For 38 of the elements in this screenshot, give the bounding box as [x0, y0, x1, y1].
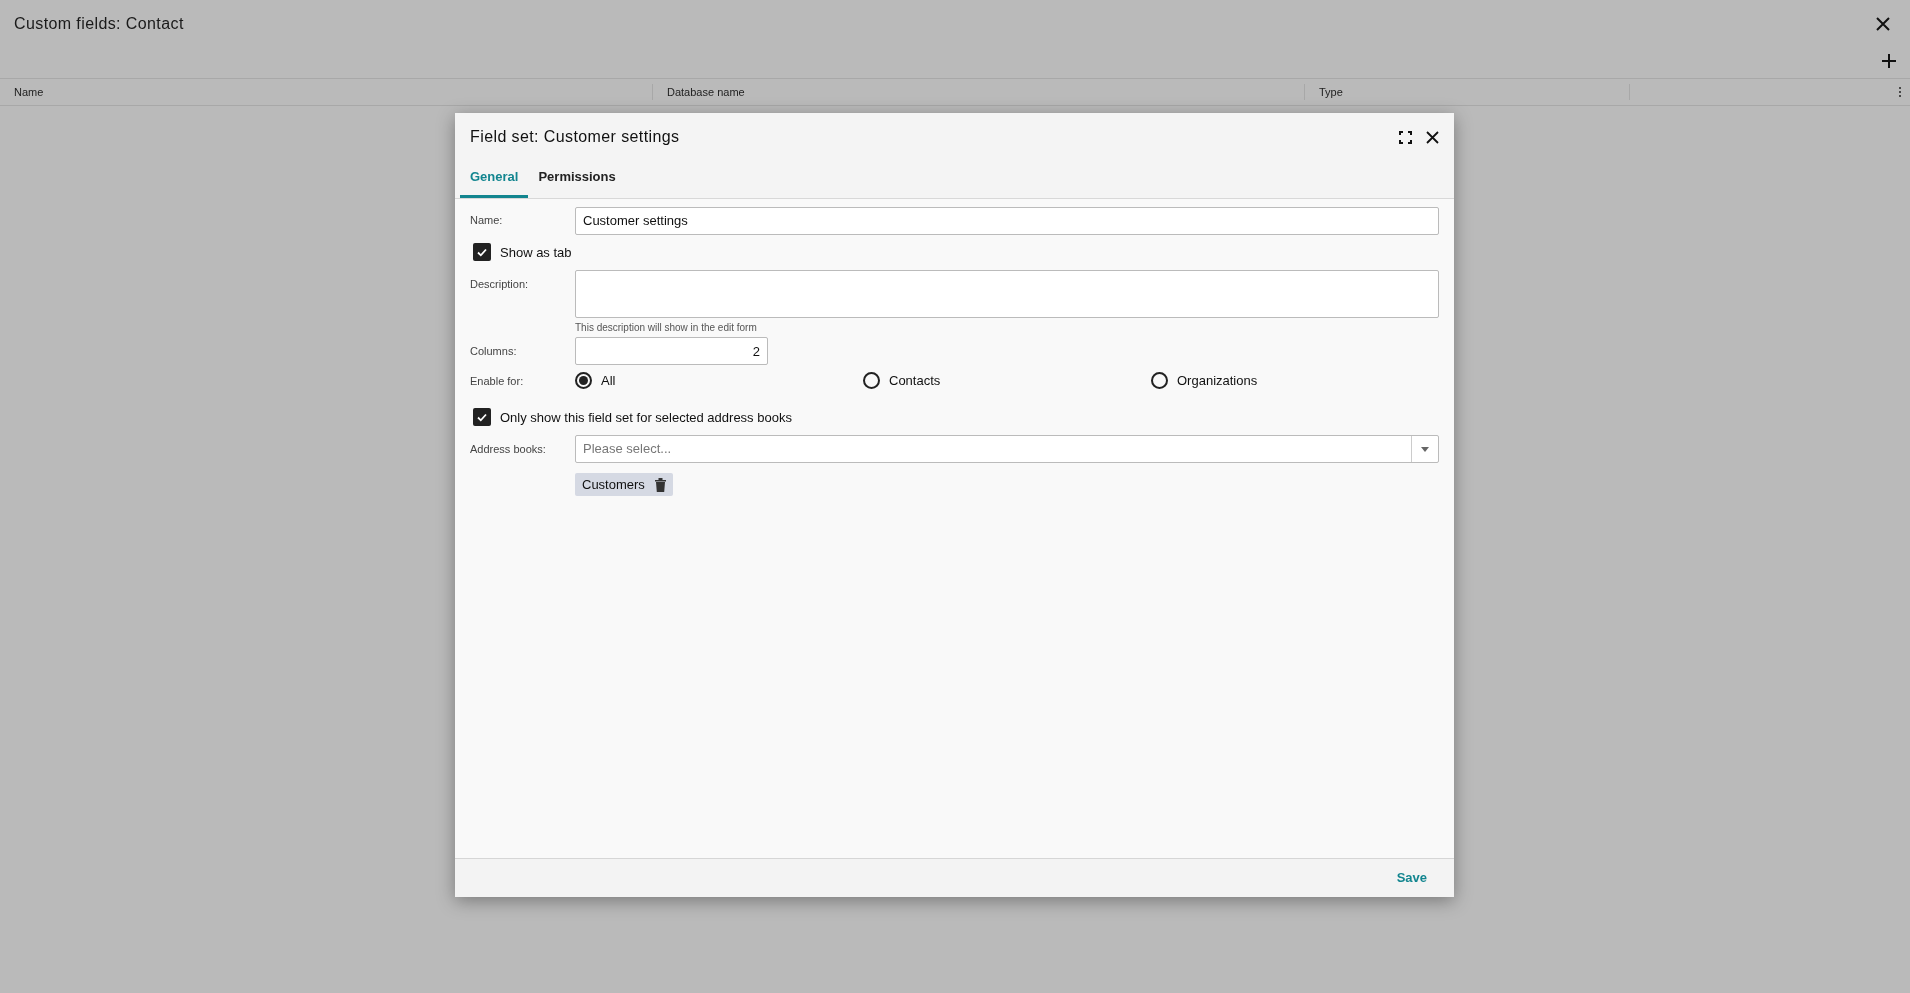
checkbox[interactable] — [473, 408, 491, 427]
save-button[interactable]: Save — [1396, 868, 1427, 888]
check-icon — [476, 411, 488, 424]
checkbox[interactable] — [473, 243, 491, 262]
field-hint: This description will show in the edit form — [575, 321, 758, 335]
add-icon[interactable] — [1882, 54, 1896, 68]
fullscreen-icon[interactable] — [1399, 130, 1412, 144]
checkbox-label: Only show this field set for selected address books — [500, 408, 792, 427]
radio-label: Contacts — [889, 372, 941, 390]
checkbox-label: Show as tab — [500, 243, 572, 262]
radio-button[interactable] — [575, 372, 592, 390]
field-label: Columns: — [470, 343, 518, 359]
tag-label: Customers — [582, 475, 645, 494]
check-icon — [476, 246, 488, 259]
close-icon[interactable] — [1426, 130, 1439, 144]
more-icon[interactable] — [1898, 86, 1902, 98]
description-field[interactable] — [575, 270, 1439, 318]
field-label: Address books: — [470, 441, 547, 457]
field-label: Enable for: — [470, 373, 525, 389]
dialog-title: Field set: Customer settings — [470, 127, 680, 147]
input-field[interactable]: Customer settings — [575, 206, 1439, 235]
field-label: Name: — [470, 213, 504, 229]
trash-icon[interactable] — [654, 477, 666, 492]
radio-label: All — [601, 372, 616, 390]
field-label: Description: — [470, 277, 530, 292]
column-header[interactable]: Type — [1305, 83, 1630, 101]
radio-button[interactable] — [863, 372, 880, 390]
tab[interactable]: Permissions — [528, 167, 626, 198]
number-field[interactable]: 2 — [575, 337, 768, 365]
select-field[interactable]: Please select... — [575, 435, 1439, 463]
tab[interactable]: General — [460, 167, 529, 198]
close-icon[interactable] — [1876, 17, 1890, 31]
radio-label: Organizations — [1177, 372, 1258, 390]
radio-button[interactable] — [1151, 372, 1168, 390]
column-header[interactable]: Database name — [653, 83, 1305, 101]
caret-icon — [1421, 446, 1429, 452]
column-header[interactable]: Name — [0, 83, 653, 101]
page-title: Custom fields: Contact — [14, 14, 184, 34]
